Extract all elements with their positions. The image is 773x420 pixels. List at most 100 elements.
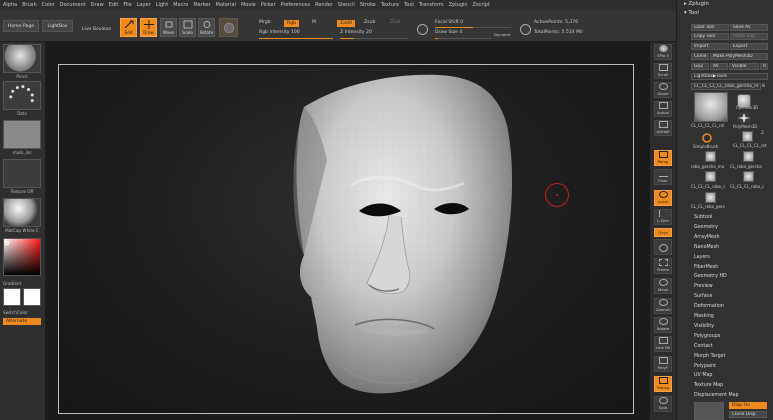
menu-zplugin[interactable]: Zplugin: [449, 2, 468, 8]
tool-thumb-robo-e[interactable]: [705, 192, 716, 203]
submenu-geometry[interactable]: Geometry: [694, 225, 718, 230]
menu-preferences[interactable]: Preferences: [281, 2, 310, 8]
menu-picker[interactable]: Picker: [261, 2, 276, 8]
polyf-button[interactable]: PolyF: [654, 356, 672, 372]
switch-color-button[interactable]: SwitchColor: [3, 310, 41, 315]
menu-texture[interactable]: Texture: [381, 2, 399, 8]
tool-thumb-rot[interactable]: [742, 131, 753, 142]
save-as-button[interactable]: Save As: [730, 24, 768, 31]
submenu-contact[interactable]: Contact: [694, 344, 713, 349]
tool-thumb-robo-c[interactable]: [705, 171, 716, 182]
copy-tool-button[interactable]: Copy Tool: [691, 33, 729, 40]
lightbox-button[interactable]: LightBox: [42, 20, 73, 32]
menu-render[interactable]: Render: [315, 2, 333, 8]
tool-menu-header[interactable]: ▾ Tool: [684, 10, 699, 16]
zcut-toggle[interactable]: Zcut: [390, 20, 400, 25]
draw-mode-button[interactable]: Draw: [140, 18, 157, 37]
secondary-color-swatch[interactable]: [23, 288, 41, 306]
simplebrush-icon[interactable]: [701, 133, 713, 143]
goz-all-button[interactable]: All: [710, 63, 728, 70]
menu-macro[interactable]: Macro: [173, 2, 188, 8]
submenu-uv-map[interactable]: UV Map: [694, 373, 712, 378]
paste-tool-button[interactable]: Paste Tool: [730, 33, 768, 40]
export-button[interactable]: Export: [730, 43, 768, 50]
canvas-viewport[interactable]: [45, 42, 649, 420]
submenu-nanomesh[interactable]: NanoMesh: [694, 245, 719, 250]
brush-selector[interactable]: Pinch: [3, 44, 41, 79]
scroll-button[interactable]: Scroll: [654, 63, 672, 79]
goz-r-button[interactable]: R: [760, 63, 768, 70]
make-polymesh-button[interactable]: Make PolyMesh3D: [710, 53, 768, 60]
solo-button[interactable]: Solo: [654, 396, 672, 412]
z-intensity-slider[interactable]: [340, 38, 408, 39]
tool-thumb-robo-d[interactable]: [743, 171, 754, 182]
rgb-toggle[interactable]: Rgb: [284, 20, 300, 27]
floor-button[interactable]: Floor: [654, 169, 672, 185]
menu-transform[interactable]: Transform: [419, 2, 444, 8]
submenu-surface[interactable]: Surface: [694, 294, 712, 299]
transp-button[interactable]: Transp: [654, 376, 672, 392]
zoom-view-button[interactable]: ZoomD: [654, 298, 672, 314]
menu-color[interactable]: Color: [42, 2, 55, 8]
submenu-geometry-hd[interactable]: Geometry HD: [694, 274, 727, 279]
clone-button[interactable]: Clone: [691, 53, 709, 60]
persp-button[interactable]: Persp: [654, 150, 672, 166]
move-view-button[interactable]: Move: [654, 278, 672, 294]
menu-brush[interactable]: Brush: [22, 2, 36, 8]
color-picker-handle[interactable]: [5, 241, 9, 245]
submenu-arraymesh[interactable]: ArrayMesh: [694, 235, 720, 240]
menu-file[interactable]: File: [123, 2, 131, 8]
m-toggle[interactable]: M: [312, 20, 316, 25]
move-mode-button[interactable]: Move: [160, 18, 177, 37]
submenu-texture-map[interactable]: Texture Map: [694, 383, 723, 388]
submenu-visibility[interactable]: Visibility: [694, 324, 714, 329]
brush-falloff-icon[interactable]: [417, 24, 428, 35]
texture-selector[interactable]: Texture Off: [3, 159, 41, 194]
rotate-axis-button[interactable]: [654, 239, 672, 255]
live-boolean-button[interactable]: Live Boolean: [82, 27, 111, 32]
rotate-view-button[interactable]: Rotate: [654, 317, 672, 333]
zplugin-menu-header[interactable]: ▸ Zplugin: [684, 1, 709, 7]
goz-button[interactable]: GoZ: [691, 63, 709, 70]
linefill-button[interactable]: Line Fill: [654, 336, 672, 352]
edit-mode-button[interactable]: Edit: [120, 18, 137, 37]
submenu-polypaint[interactable]: Polypaint: [694, 364, 716, 369]
alternate-toggle[interactable]: Alternate: [3, 318, 41, 325]
alpha-selector[interactable]: mask_iks: [3, 120, 41, 155]
material-selector[interactable]: MatCap White C: [3, 198, 41, 233]
submenu-preview[interactable]: Preview: [694, 284, 713, 289]
home-page-button[interactable]: Home Page: [3, 20, 39, 32]
zadd-toggle[interactable]: Zadd: [337, 20, 355, 27]
material-sphere-button[interactable]: [219, 18, 238, 37]
submenu-morph-target[interactable]: Morph Target: [694, 354, 726, 359]
document-frame[interactable]: [58, 64, 634, 414]
polymesh-star-icon[interactable]: [737, 113, 751, 123]
stroke-selector[interactable]: Dots: [3, 81, 41, 116]
mrgb-toggle[interactable]: Mrgb: [259, 20, 271, 25]
focal-shift-slider[interactable]: [435, 27, 511, 28]
displacement-map-thumb[interactable]: [694, 402, 724, 420]
xyz-button[interactable]: Qxyz: [654, 228, 672, 237]
scale-mode-button[interactable]: Scale: [179, 18, 196, 37]
aahalf-button[interactable]: AAHalf: [654, 120, 672, 136]
main-color-swatch[interactable]: [3, 288, 21, 306]
local-button[interactable]: Local: [654, 190, 672, 206]
dynamic-toggle[interactable]: Dynamic: [494, 32, 511, 37]
current-tool-name[interactable]: CL_CL_CL_CL_robo_gersha_m: [691, 83, 761, 90]
lsym-button[interactable]: L.Sym: [654, 209, 672, 225]
spix-button[interactable]: SPix 3: [654, 44, 672, 60]
tool-thumb-robo-a[interactable]: [705, 151, 716, 162]
tool-thumb-robo-b[interactable]: [743, 151, 754, 162]
menu-marker[interactable]: Marker: [193, 2, 210, 8]
frame-button[interactable]: Frame: [654, 258, 672, 274]
lightbox-tools-button[interactable]: Lightbox▶Tools: [691, 73, 768, 80]
face-mask-model[interactable]: [59, 65, 634, 414]
disp-on-toggle[interactable]: Disp On: [729, 402, 767, 409]
menu-light[interactable]: Light: [156, 2, 168, 8]
actual-button[interactable]: Actual: [654, 101, 672, 117]
submenu-polygroups[interactable]: Polygroups: [694, 334, 720, 339]
menu-tool[interactable]: Tool: [404, 2, 414, 8]
submenu-fibermesh[interactable]: FiberMesh: [694, 265, 718, 270]
draw-size-slider[interactable]: [435, 38, 491, 39]
submenu-displacement-map[interactable]: Displacement Map: [694, 393, 739, 398]
